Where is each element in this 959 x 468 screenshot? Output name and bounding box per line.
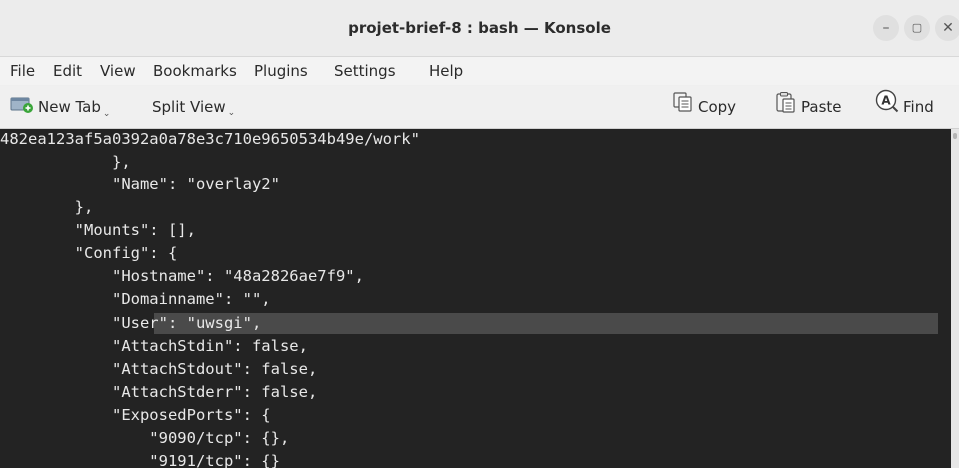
split-view-label: Split View [152,98,226,116]
terminal-line: }, [0,152,131,171]
svg-text:A: A [881,93,891,107]
terminal-line: "AttachStdin": false, [0,337,308,355]
new-tab-label: New Tab [38,98,101,116]
copy-icon [672,87,694,129]
terminal-line: }, [0,198,94,216]
split-view-dropdown-icon[interactable]: ⌄ [228,98,236,128]
maximize-button[interactable]: ▢ [904,15,930,41]
minimize-button[interactable]: – [873,15,899,41]
paste-icon [775,87,797,129]
menu-bar: File Edit View Bookmarks Plugins Setting… [0,57,959,85]
new-tab-dropdown-icon[interactable]: ⌄ [103,99,111,129]
scrollbar-thumb[interactable] [953,133,957,139]
terminal-line: "ExposedPorts": { [0,406,271,424]
konsole-window: projet-brief-8 : bash — Konsole – ▢ ✕ Fi… [0,0,959,468]
terminal-line-highlighted: "User": "uwsgi", [0,314,262,332]
terminal-line: "Domainname": "", [0,290,271,308]
title-bar[interactable]: projet-brief-8 : bash — Konsole – ▢ ✕ [0,0,959,57]
terminal-line: 482ea123af5a0392a0a78e3c710e9650534b49e/… [0,130,420,148]
menu-settings[interactable]: Settings [334,57,396,85]
toolbar: New Tab ⌄ Split View ⌄ Copy Paste A Find [0,86,959,129]
paste-label: Paste [801,98,842,116]
find-icon: A [875,87,899,129]
menu-file[interactable]: File [10,57,35,85]
terminal-line: "AttachStdout": false, [0,360,318,378]
close-button[interactable]: ✕ [935,15,959,41]
terminal-line: "AttachStderr": false, [0,383,318,401]
terminal-scrollbar[interactable] [951,129,959,468]
new-tab-button[interactable]: New Tab ⌄ [10,86,110,128]
menu-bookmarks[interactable]: Bookmarks [153,57,237,85]
menu-help[interactable]: Help [429,57,463,85]
terminal-line: "Name": "overlay2" [0,175,280,193]
menu-view[interactable]: View [100,57,136,85]
split-view-button[interactable]: Split View ⌄ [152,86,235,128]
terminal-line: "Hostname": "48a2826ae7f9", [0,267,364,285]
new-tab-icon [10,87,34,129]
paste-button[interactable]: Paste [775,86,842,128]
terminal-line: "9191/tcp": {} [0,452,280,468]
terminal-line: "Config": { [0,244,178,262]
find-label: Find [903,98,934,116]
copy-button[interactable]: Copy [672,86,736,128]
window-title: projet-brief-8 : bash — Konsole [348,19,611,37]
menu-plugins[interactable]: Plugins [254,57,308,85]
selection-highlight [154,313,938,334]
find-button[interactable]: A Find [875,86,934,128]
terminal-line: "Mounts": [], [0,221,196,239]
terminal-line: "9090/tcp": {}, [0,429,290,447]
menu-edit[interactable]: Edit [53,57,82,85]
terminal-view[interactable]: 482ea123af5a0392a0a78e3c710e9650534b49e/… [0,129,951,468]
copy-label: Copy [698,98,737,116]
